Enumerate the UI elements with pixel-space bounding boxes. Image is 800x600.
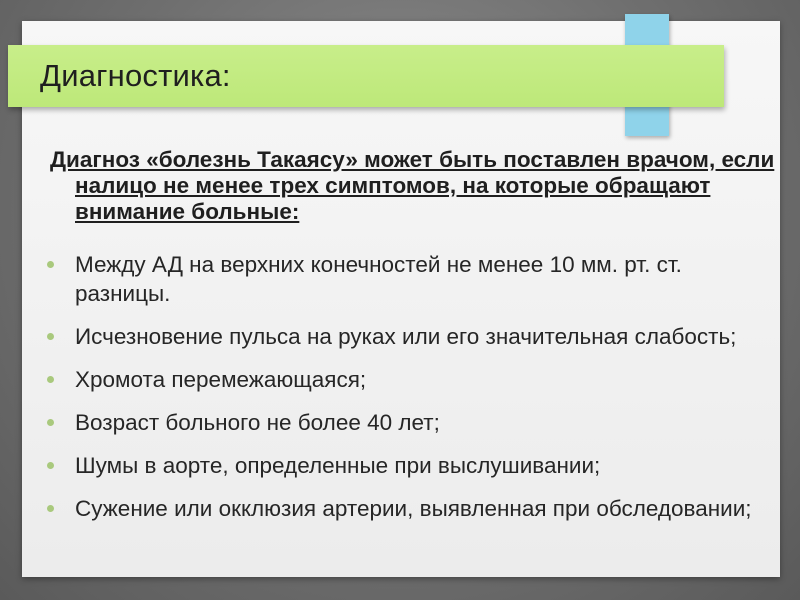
bullet-item: Между АД на верхних конечностей не менее… — [44, 250, 756, 308]
bullet-text: Сужение или окклюзия артерии, выявленная… — [75, 496, 752, 521]
bullet-text: Возраст больного не более 40 лет; — [75, 410, 440, 435]
bullet-item: Хромота перемежающаяся; — [44, 365, 756, 394]
bullet-text: Хромота перемежающаяся; — [75, 367, 367, 392]
intro-text: Диагноз «болезнь Такаясу» может быть пос… — [50, 147, 775, 224]
bullet-list: Между АД на верхних конечностей не менее… — [44, 250, 756, 537]
bullet-dot-icon — [47, 333, 54, 340]
bullet-dot-icon — [47, 462, 54, 469]
bullet-dot-icon — [47, 419, 54, 426]
bullet-item: Возраст больного не более 40 лет; — [44, 408, 756, 437]
bullet-dot-icon — [47, 376, 54, 383]
bullet-item: Исчезновение пульса на руках или его зна… — [44, 322, 756, 351]
bullet-dot-icon — [47, 261, 54, 268]
bullet-dot-icon — [47, 505, 54, 512]
slide-page: { "slide": { "title": "Диагностика:", "i… — [0, 0, 800, 600]
bullet-item: Сужение или окклюзия артерии, выявленная… — [44, 494, 756, 523]
bullet-text: Шумы в аорте, определенные при выслушива… — [75, 453, 601, 478]
bullet-text: Между АД на верхних конечностей не менее… — [75, 252, 682, 306]
slide-title: Диагностика: — [40, 58, 231, 93]
bullet-item: Шумы в аорте, определенные при выслушива… — [44, 451, 756, 480]
bullet-text: Исчезновение пульса на руках или его зна… — [75, 324, 737, 349]
